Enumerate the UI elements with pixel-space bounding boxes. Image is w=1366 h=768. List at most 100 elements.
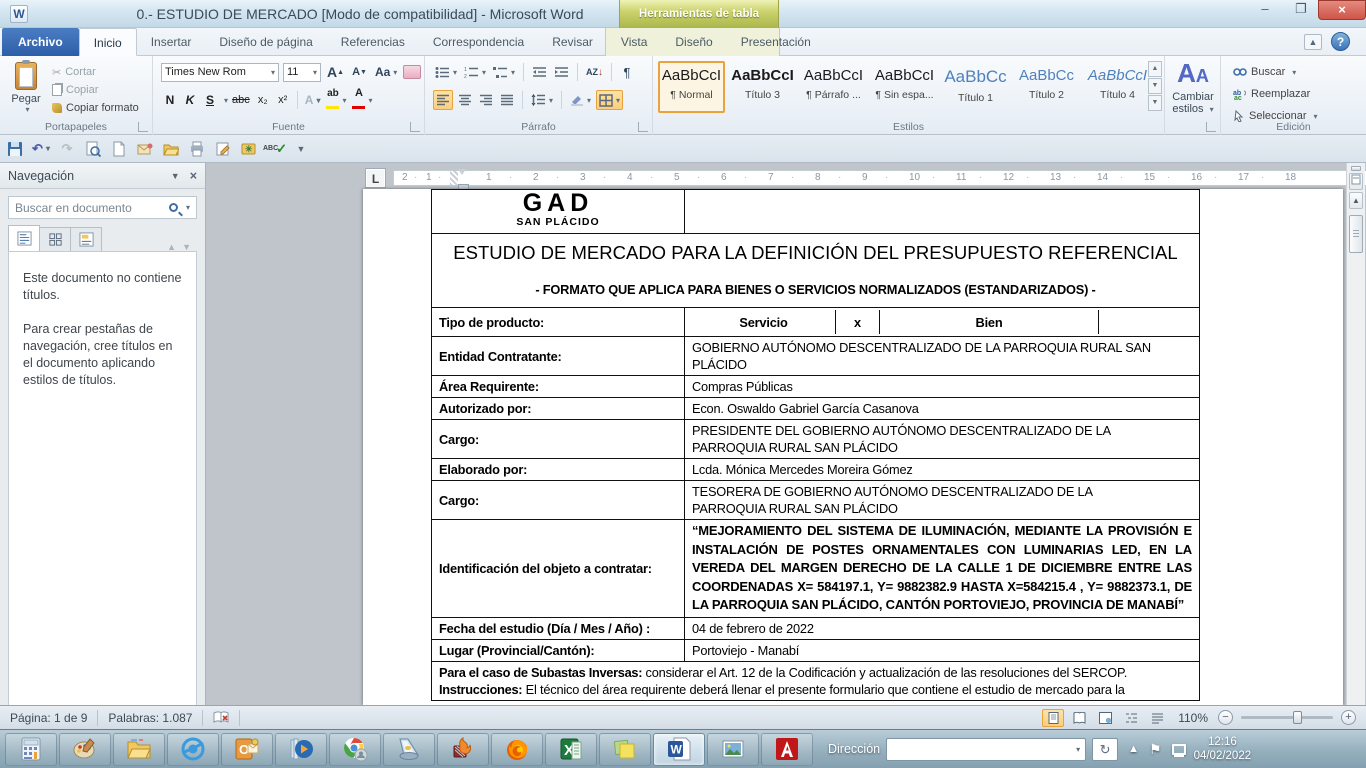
styles-scroll-up-icon[interactable]: ▲ [1148, 61, 1162, 77]
copy-button[interactable]: Copiar [52, 81, 139, 99]
close-button[interactable]: × [1318, 0, 1366, 20]
italic-button[interactable]: K [181, 90, 199, 110]
help-icon[interactable]: ? [1331, 32, 1350, 51]
replace-button[interactable]: abacReemplazar [1233, 85, 1318, 103]
tab-referencias[interactable]: Referencias [327, 28, 419, 56]
font-name-combobox[interactable]: Times New Rom▾ [161, 63, 279, 82]
tab-inicio[interactable]: Inicio [79, 28, 137, 56]
styles-scroll-down-icon[interactable]: ▼ [1148, 78, 1162, 94]
tab-revisar[interactable]: Revisar [538, 28, 607, 56]
draft-view-icon[interactable] [1146, 709, 1168, 727]
superscript-button[interactable]: x² [274, 90, 292, 110]
style-titulo1[interactable]: AaBbCcTítulo 1 [942, 61, 1009, 113]
taskbar-nero-icon[interactable] [437, 733, 489, 766]
show-hidden-icons[interactable]: ▲ [1128, 743, 1139, 755]
taskbar-internet-explorer-icon[interactable] [167, 733, 219, 766]
restore-button[interactable]: ❐ [1284, 0, 1318, 20]
outline-view-icon[interactable] [1120, 709, 1142, 727]
edit-document-icon[interactable] [214, 140, 232, 158]
folder-options-icon[interactable]: ✳ [240, 140, 258, 158]
taskbar-explorer-icon[interactable] [113, 733, 165, 766]
zoom-slider-thumb[interactable] [1293, 711, 1302, 724]
style-titulo2[interactable]: AaBbCcTítulo 2 [1013, 61, 1080, 113]
scroll-up-icon[interactable]: ▲ [1349, 192, 1363, 209]
taskbar-clock[interactable]: 12:16 04/02/2022 [1194, 735, 1258, 763]
estilos-dialog-launcher-icon[interactable] [1206, 122, 1216, 132]
nav-tab-headings[interactable] [8, 225, 40, 252]
sort-button[interactable]: AZ↓ [584, 62, 605, 82]
zoom-level[interactable]: 110% [1178, 711, 1208, 725]
portapapeles-dialog-launcher-icon[interactable] [138, 122, 148, 132]
taskbar-chrome-icon[interactable] [329, 733, 381, 766]
taskbar-calculator-icon[interactable] [5, 733, 57, 766]
nav-tab-results[interactable] [70, 227, 102, 252]
style-parrafo[interactable]: AaBbCcI¶ Párrafo ... [800, 61, 867, 113]
zoom-slider[interactable] [1241, 716, 1333, 719]
tab-tabla-diseno[interactable]: Diseño [661, 28, 726, 56]
navigation-pane-close-icon[interactable]: × [190, 169, 197, 183]
taskbar-word-icon[interactable]: W [653, 733, 705, 766]
highlight-color-button[interactable]: ab▾ [324, 90, 348, 110]
open-folder-icon[interactable] [162, 140, 180, 158]
web-layout-view-icon[interactable] [1094, 709, 1116, 727]
proofing-status-icon[interactable] [203, 710, 240, 726]
styles-gallery-expand-icon[interactable]: ▼ [1148, 95, 1162, 111]
address-input[interactable]: ▾ [886, 738, 1086, 761]
taskbar-paint-icon[interactable] [59, 733, 111, 766]
shading-button[interactable]: ▾ [568, 90, 593, 110]
search-icon[interactable] [169, 203, 178, 212]
numbering-button[interactable]: 12▾ [462, 62, 488, 82]
fullscreen-reading-view-icon[interactable] [1068, 709, 1090, 727]
borders-button[interactable]: ▾ [596, 90, 623, 110]
align-left-button[interactable] [433, 90, 453, 110]
multilevel-list-button[interactable]: ▾ [491, 62, 517, 82]
tab-tabla-presentacion[interactable]: Presentación [727, 28, 825, 56]
minimize-button[interactable]: – [1248, 0, 1282, 20]
taskbar-excel-icon[interactable]: X [545, 733, 597, 766]
print-layout-view-icon[interactable] [1042, 709, 1064, 727]
subscript-button[interactable]: x₂ [254, 90, 272, 110]
tab-archivo[interactable]: Archivo [2, 28, 79, 56]
tab-stop-selector[interactable]: L [365, 168, 386, 188]
tab-insertar[interactable]: Insertar [137, 28, 206, 56]
align-right-button[interactable] [477, 90, 495, 110]
format-painter-button[interactable]: Copiar formato [52, 99, 139, 117]
nav-tab-pages[interactable] [39, 227, 71, 252]
horizontal-ruler[interactable]: 21··1·2·3·4·5·6·7·8·9·10·11·12·13·14·15·… [393, 170, 1366, 186]
shrink-font-button[interactable]: A▼ [350, 62, 369, 82]
style-normal[interactable]: AaBbCcI¶ Normal [658, 61, 725, 113]
change-case-button[interactable]: Aa▾ [373, 62, 399, 82]
taskbar-outlook-icon[interactable]: O [221, 733, 273, 766]
paste-button[interactable]: Pegar ▾ [3, 60, 49, 128]
taskbar-autocad-icon[interactable] [761, 733, 813, 766]
action-center-flag-icon[interactable]: ⚑ [1149, 741, 1162, 758]
address-go-icon[interactable]: ↻ [1092, 738, 1118, 761]
qat-overflow-icon[interactable]: ▼ [292, 140, 310, 158]
taskbar-media-player-icon[interactable] [275, 733, 327, 766]
document-page[interactable]: GAD SAN PLÁCIDO ESTUDIO DE MERCADO PARA … [363, 189, 1343, 705]
clear-formatting-icon[interactable] [403, 65, 421, 79]
split-handle[interactable] [1351, 166, 1361, 171]
show-paragraph-marks-button[interactable]: ¶ [618, 62, 636, 82]
decrease-indent-button[interactable] [530, 62, 549, 82]
print-preview-icon[interactable] [84, 140, 102, 158]
page-indicator[interactable]: Página: 1 de 9 [0, 710, 98, 726]
zoom-out-icon[interactable]: − [1218, 710, 1233, 725]
taskbar-firefox-icon[interactable] [491, 733, 543, 766]
parrafo-dialog-launcher-icon[interactable] [638, 122, 648, 132]
grow-font-button[interactable]: A▲ [325, 62, 346, 82]
scrollbar-thumb[interactable] [1349, 215, 1363, 253]
network-icon[interactable] [1172, 744, 1186, 755]
line-spacing-button[interactable]: ▾ [529, 90, 555, 110]
fuente-dialog-launcher-icon[interactable] [410, 122, 420, 132]
text-effects-button[interactable]: A▾ [303, 90, 323, 110]
search-input[interactable]: Buscar en documento ▾ [8, 196, 197, 219]
attach-mail-icon[interactable] [136, 140, 154, 158]
bold-button[interactable]: N [161, 90, 179, 110]
indent-marker-icon[interactable] [458, 169, 467, 189]
style-titulo4[interactable]: AaBbCcITítulo 4 [1084, 61, 1151, 113]
spellcheck-icon[interactable]: ABC✓ [266, 140, 284, 158]
zoom-in-icon[interactable]: + [1341, 710, 1356, 725]
navigation-pane-menu-icon[interactable]: ▼ [171, 171, 180, 181]
font-size-combobox[interactable]: 11▾ [283, 63, 321, 82]
